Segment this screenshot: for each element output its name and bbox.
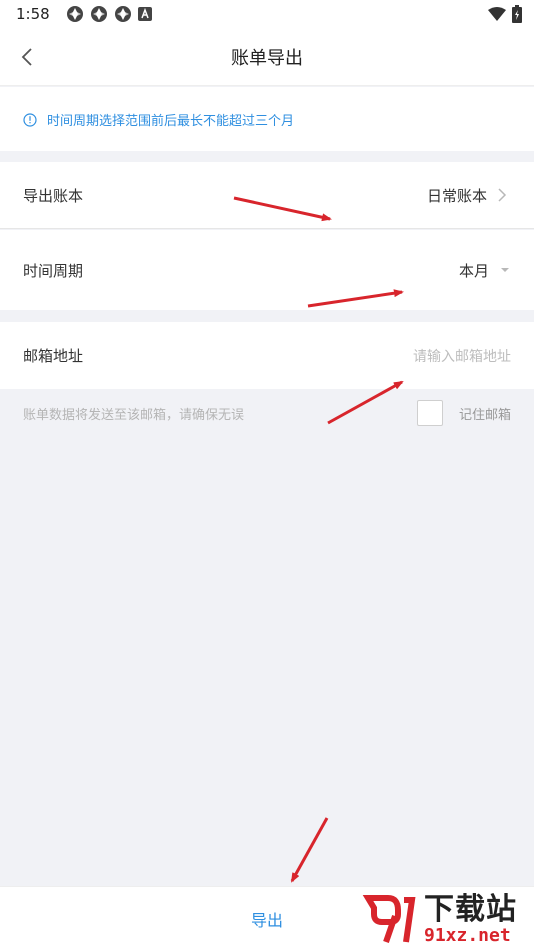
export-button[interactable]: 导出: [251, 907, 283, 931]
a-icon: [137, 7, 152, 21]
watermark-url: 91xz.net: [424, 925, 511, 946]
account-value-text: 日常账本: [426, 186, 487, 205]
notice-banner: 时间周期选择范围前后最长不能超过三个月: [0, 87, 534, 151]
app-notification-icon: [66, 5, 84, 23]
remember-email-checkbox[interactable]: [416, 400, 443, 426]
page-title: 账单导出: [231, 48, 303, 69]
status-time: 1:58: [16, 5, 50, 23]
account-label: 导出账本: [23, 186, 84, 205]
status-left-icons: [66, 5, 152, 23]
navbar: 账单导出: [0, 28, 534, 86]
period-value-text: 本月: [458, 261, 489, 280]
app-notification-icon: [114, 5, 132, 23]
period-row[interactable]: 时间周期 本月: [0, 230, 534, 310]
watermark-title: 下载站: [424, 892, 517, 927]
watermark: 下载站 91xz.net: [362, 892, 530, 948]
remember-email-label: 记住邮箱: [458, 407, 511, 423]
app-notification-icon: [90, 5, 108, 23]
battery-icon: [512, 5, 522, 23]
period-value: 本月: [459, 260, 511, 281]
email-row: 邮箱地址 请输入邮箱地址: [0, 322, 534, 389]
period-label: 时间周期: [23, 261, 84, 280]
annotation-arrow: [290, 817, 329, 883]
email-label: 邮箱地址: [23, 347, 84, 365]
watermark-logo-icon: [362, 895, 416, 943]
watermark-text: 下载站 91xz.net: [424, 894, 517, 946]
email-hint-area: 账单数据将发送至该邮箱，请确保无误 记住邮箱: [0, 389, 534, 437]
remember-email[interactable]: 记住邮箱: [416, 400, 511, 426]
chevron-right-icon: [498, 188, 507, 202]
notice-text: 时间周期选择范围前后最长不能超过三个月: [47, 113, 295, 129]
email-input[interactable]: 请输入邮箱地址: [413, 346, 511, 366]
status-bar: 1:58: [0, 0, 534, 28]
account-row[interactable]: 导出账本 日常账本: [0, 162, 534, 229]
account-value: 日常账本: [427, 185, 511, 206]
status-right-icons: [488, 5, 522, 23]
dropdown-caret-icon: [501, 268, 509, 272]
wifi-icon: [488, 7, 506, 21]
info-circle-icon: [23, 112, 37, 127]
email-hint: 账单数据将发送至该邮箱，请确保无误: [23, 407, 245, 423]
